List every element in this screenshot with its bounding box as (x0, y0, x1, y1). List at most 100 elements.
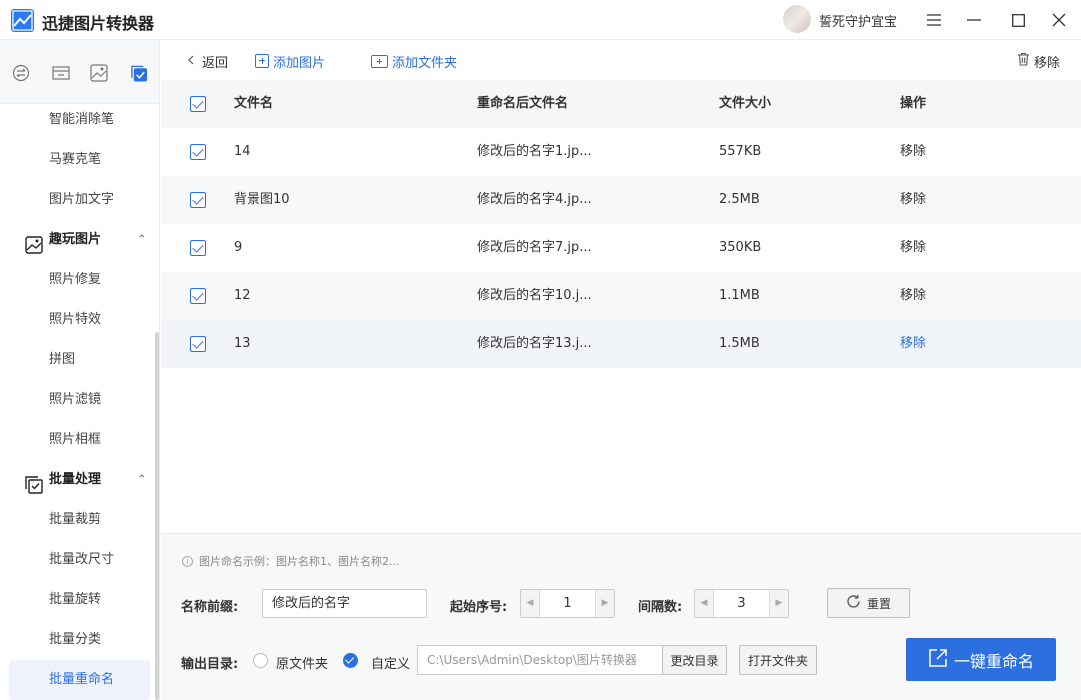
fun-image-icon (25, 231, 43, 254)
title-bar: 迅捷图片转换器 誓死守护宜宝 (0, 0, 1081, 40)
sidebar-item-batch-resize[interactable]: 批量改尺寸 (0, 540, 152, 580)
table-row: 13 修改后的名字13.j... 1.5MB 移除 (161, 320, 1081, 368)
row-remove-link[interactable]: 移除 (900, 176, 926, 224)
decrement-icon[interactable]: ◀ (695, 590, 714, 617)
row-remove-link[interactable]: 移除 (900, 128, 926, 176)
sidebar-item-photo-repair[interactable]: 照片修复 (0, 260, 152, 300)
export-icon (928, 648, 948, 672)
prefix-label: 名称前缀: (181, 600, 239, 615)
maximize-icon[interactable] (1006, 8, 1030, 32)
app-title: 迅捷图片转换器 (42, 14, 155, 33)
reset-label: 重置 (866, 596, 891, 611)
original-folder-label[interactable]: 原文件夹 (276, 653, 328, 672)
sidebar-group-batch-label: 批量处理 (49, 472, 102, 487)
app-logo-icon (11, 9, 34, 32)
sidebar-item-batch-crop[interactable]: 批量裁剪 (0, 500, 152, 540)
add-folder-label: 添加文件夹 (392, 55, 458, 71)
row-size: 350KB (719, 240, 762, 255)
avatar[interactable] (783, 5, 811, 33)
interval-label: 间隔数: (638, 600, 683, 615)
sidebar-item-add-text[interactable]: 图片加文字 (0, 180, 152, 220)
minimize-icon[interactable] (962, 8, 986, 32)
row-remove-link[interactable]: 移除 (900, 224, 926, 272)
compress-tab-icon[interactable] (52, 64, 70, 82)
start-number-label: 起始序号: (450, 600, 508, 615)
change-dir-button[interactable]: 更改目录 (662, 645, 727, 675)
close-icon[interactable] (1047, 8, 1071, 32)
start-number-value[interactable]: 1 (540, 590, 595, 617)
row-filename: 12 (234, 288, 251, 303)
original-folder-radio[interactable] (253, 653, 268, 668)
row-checkbox[interactable] (190, 192, 206, 208)
sidebar-item-filters[interactable]: 照片滤镜 (0, 380, 152, 420)
reset-button[interactable]: 重置 (827, 588, 910, 618)
trash-icon (1017, 52, 1030, 70)
row-checkbox[interactable] (190, 240, 206, 256)
sidebar-item-photo-effects[interactable]: 照片特效 (0, 300, 152, 340)
add-folder-button[interactable]: 添加文件夹 (371, 51, 457, 71)
add-image-button[interactable]: 添加图片 (255, 51, 325, 71)
username[interactable]: 誓死守护宜宝 (819, 11, 897, 30)
add-image-icon (255, 54, 269, 68)
header-filename: 文件名 (234, 96, 274, 111)
row-renamed: 修改后的名字7.jp... (477, 240, 592, 255)
back-button[interactable]: 返回 (188, 51, 228, 71)
row-size: 2.5MB (719, 192, 760, 207)
row-filename: 13 (234, 336, 251, 351)
row-remove-link[interactable]: 移除 (900, 320, 926, 368)
add-image-label: 添加图片 (273, 55, 326, 71)
remove-all-button[interactable]: 移除 (1017, 51, 1060, 71)
increment-icon[interactable]: ▶ (595, 590, 614, 617)
image-tab-icon[interactable] (90, 64, 108, 82)
row-checkbox[interactable] (190, 288, 206, 304)
increment-icon[interactable]: ▶ (769, 590, 788, 617)
batch-tab-icon[interactable] (130, 64, 148, 82)
sidebar-item-frames[interactable]: 照片相框 (0, 420, 152, 460)
row-checkbox[interactable] (190, 144, 206, 160)
decrement-icon[interactable]: ◀ (521, 590, 540, 617)
chevron-up-icon: ⌃ (137, 234, 146, 245)
row-size: 1.5MB (719, 336, 760, 351)
row-remove-link[interactable]: 移除 (900, 272, 926, 320)
convert-tab-icon[interactable] (12, 64, 30, 82)
sidebar-group-fun[interactable]: 趣玩图片 ⌃ (0, 220, 152, 260)
select-all-checkbox[interactable] (190, 96, 206, 112)
row-size: 1.1MB (719, 288, 760, 303)
custom-folder-radio[interactable] (343, 653, 358, 668)
row-filename: 9 (234, 240, 243, 255)
sidebar-item-batch-rename[interactable]: 批量重命名 (9, 660, 150, 700)
naming-hint: i 图片命名示例：图片名称1、图片名称2... (182, 553, 400, 569)
row-checkbox[interactable] (190, 336, 206, 352)
row-filename: 14 (234, 144, 251, 159)
header-size: 文件大小 (719, 96, 772, 111)
refresh-icon (846, 594, 861, 612)
rename-all-label: 一键重命名 (953, 651, 1034, 671)
sidebar-group-batch[interactable]: 批量处理 ⌃ (0, 460, 152, 500)
info-icon: i (182, 555, 193, 567)
sidebar-item-batch-classify[interactable]: 批量分类 (0, 620, 152, 660)
sidebar: 智能消除笔 马赛克笔 图片加文字 趣玩图片 ⌃ 照片修复 照片特效 拼图 照片滤… (0, 40, 160, 700)
output-dir-label: 输出目录: (181, 657, 239, 672)
chevron-up-icon: ⌃ (137, 474, 146, 485)
output-path-input[interactable]: C:\Users\Admin\Desktop\图片转换器 (417, 645, 663, 675)
batch-icon (25, 471, 43, 494)
sidebar-item-mosaic[interactable]: 马赛克笔 (0, 140, 152, 180)
sidebar-item-smart-eraser[interactable]: 智能消除笔 (0, 100, 152, 140)
table-row: 9 修改后的名字7.jp... 350KB 移除 (161, 224, 1081, 272)
open-folder-button[interactable]: 打开文件夹 (739, 645, 817, 675)
sidebar-item-batch-rotate[interactable]: 批量旋转 (0, 580, 152, 620)
start-number-stepper[interactable]: ◀ 1 ▶ (520, 589, 615, 618)
header-renamed: 重命名后文件名 (477, 96, 569, 111)
prefix-input[interactable]: 修改后的名字 (262, 589, 427, 618)
chevron-left-icon (188, 54, 194, 69)
sidebar-group-fun-label: 趣玩图片 (49, 232, 102, 247)
row-filename: 背景图10 (234, 192, 290, 207)
interval-value[interactable]: 3 (714, 590, 769, 617)
table-header: 文件名 重命名后文件名 文件大小 操作 (161, 80, 1081, 128)
custom-folder-label[interactable]: 自定义 (371, 653, 410, 672)
interval-stepper[interactable]: ◀ 3 ▶ (694, 589, 789, 618)
sidebar-scrollbar[interactable] (155, 332, 159, 700)
menu-icon[interactable] (922, 8, 946, 32)
rename-all-button[interactable]: 一键重命名 (906, 638, 1056, 681)
sidebar-item-collage[interactable]: 拼图 (0, 340, 152, 380)
